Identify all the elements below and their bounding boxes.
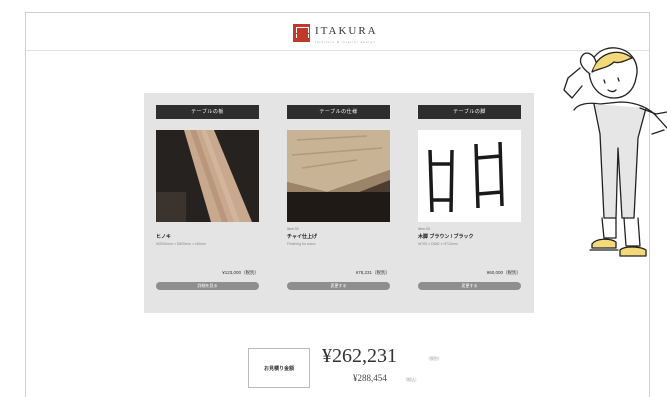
card-code: Item 02 [287,227,299,231]
browser-frame: ITAKURA furniture & interior design テーブル… [25,12,650,397]
estimate-amount: ¥262,231 [322,345,397,367]
card-price: ¥123,000（税別） [222,270,259,275]
card-desc: W2000mm × D800mm × t40mm [156,242,206,246]
card-name: チャイ仕上げ [287,234,317,240]
selection-panel: テーブルの板 ヒノキ W2000mm × D800mm × t40mm ¥123… [144,93,534,313]
estimate-total: お見積り金額 ¥262,231 （税別） ¥288,454 （税込） [248,345,458,395]
product-card-legs: テーブルの脚 Item 03 木脚 ブラウン / ブラック W700 × D65… [418,105,521,301]
wood-board-image [156,130,259,222]
site-header: ITAKURA furniture & interior design [26,13,649,51]
estimate-tax-note: （税別） [426,356,442,361]
brand-logo[interactable]: ITAKURA furniture & interior design [293,21,378,44]
brand-tagline: furniture & interior design [315,40,376,44]
card-code: Item 03 [418,227,430,231]
card-category: テーブルの仕様 [287,105,390,119]
card-meta: Item 02 チャイ仕上げ Finishing for wood [287,227,390,247]
card-name: 木脚 ブラウン / ブラック [418,234,474,240]
wood-finish-image [287,130,390,222]
estimate-amount-incl: ¥288,454 [353,373,387,383]
card-category: テーブルの脚 [418,105,521,119]
card-button[interactable]: 変更する [287,282,390,290]
card-desc: W700 × D650 × H710mm [418,242,458,246]
table-legs-image [418,130,521,222]
card-price: ¥60,000（税別） [486,270,521,275]
card-category: テーブルの板 [156,105,259,119]
card-meta: Item 03 木脚 ブラウン / ブラック W700 × D650 × H71… [418,227,521,247]
card-price: ¥78,231（税別） [355,270,390,275]
estimate-tax-incl-note: （税込） [403,377,419,382]
brand-name: ITAKURA [315,25,378,37]
estimate-label: お見積り金額 [248,348,310,388]
card-name: ヒノキ [156,234,172,240]
product-card-finish: テーブルの仕様 Item 02 チャイ仕上げ Finishing for woo… [287,105,390,301]
card-desc: Finishing for wood [287,242,316,246]
card-button[interactable]: 詳細を見る [156,282,259,290]
logo-mark-icon [293,23,310,42]
product-card-board: テーブルの板 ヒノキ W2000mm × D800mm × t40mm ¥123… [156,105,259,301]
card-meta: ヒノキ W2000mm × D800mm × t40mm [156,227,259,247]
card-button[interactable]: 変更する [418,282,521,290]
card-code [156,227,259,232]
thinking-person-illustration [560,38,667,288]
